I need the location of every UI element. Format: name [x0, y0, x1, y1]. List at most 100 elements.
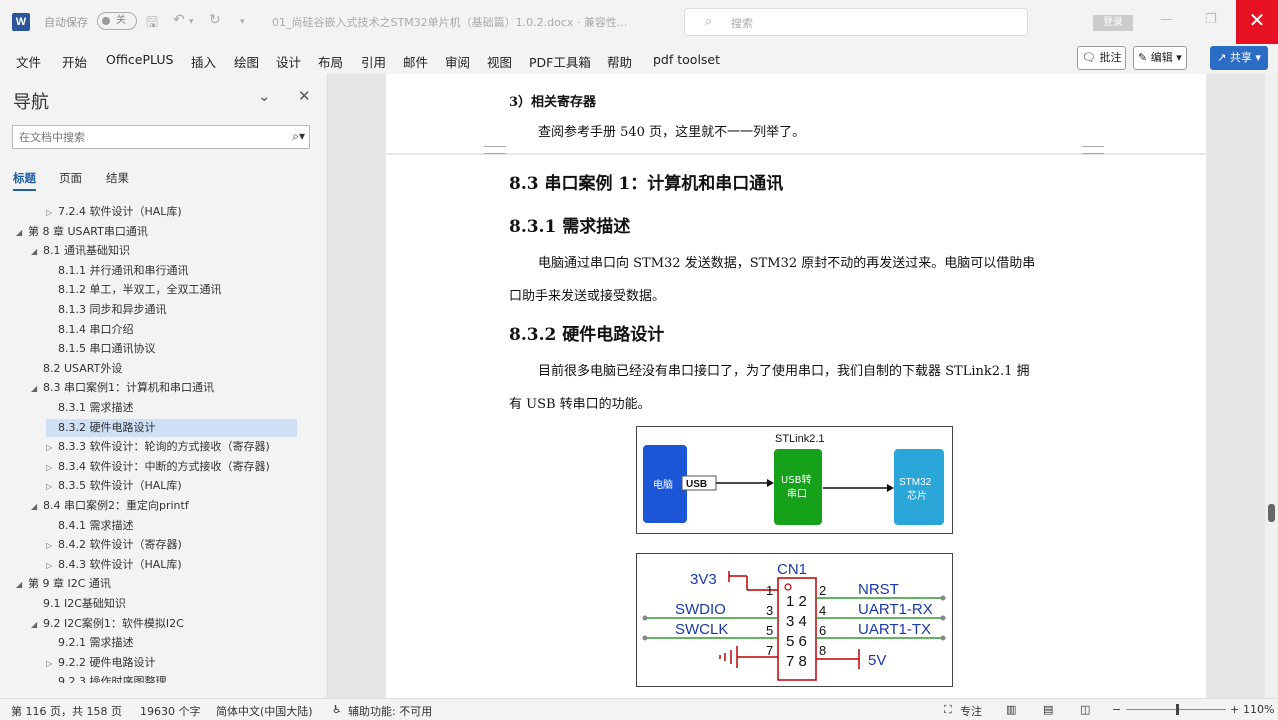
expand-arrow-icon[interactable]: ◢: [16, 224, 28, 242]
nav-search-input[interactable]: [19, 126, 279, 148]
nav-tree-item[interactable]: ◢ 8.4 串口案例2：重定向printf: [31, 497, 189, 515]
nav-tree-item[interactable]: ◢ 第 9 章 I2C 通讯: [16, 575, 111, 593]
expand-arrow-icon[interactable]: ◢: [31, 498, 43, 516]
menu-references[interactable]: 引用: [361, 52, 386, 71]
menu-draw[interactable]: 绘图: [234, 52, 259, 71]
nav-tree-item[interactable]: 8.1.3 同步和异步通讯: [46, 301, 167, 319]
undo-dropdown-icon[interactable]: ▾: [189, 17, 194, 27]
collapse-arrow-icon[interactable]: ▷: [46, 655, 58, 673]
expand-arrow-icon[interactable]: ◢: [16, 576, 28, 594]
nav-tree-item[interactable]: 8.4.1 需求描述: [46, 517, 134, 535]
status-language[interactable]: 简体中文(中国大陆): [216, 703, 313, 719]
collapse-arrow-icon[interactable]: ▷: [46, 459, 58, 477]
zoom-out-icon[interactable]: −: [1112, 703, 1121, 716]
nav-tree-item[interactable]: 8.2 USART外设: [31, 360, 122, 378]
scrollbar-thumb[interactable]: [1268, 504, 1275, 522]
menu-officeplus[interactable]: OfficePLUS: [106, 52, 173, 67]
nav-tree-item[interactable]: ◢ 8.3 串口案例1：计算机和串口通讯: [31, 379, 214, 397]
zoom-in-icon[interactable]: +: [1230, 703, 1239, 716]
menu-insert[interactable]: 插入: [191, 52, 216, 71]
nav-tree-item[interactable]: ▷ 7.2.4 软件设计（HAL库): [46, 203, 182, 221]
document-scrollbar[interactable]: [1265, 74, 1278, 698]
cn1-connector-schematic[interactable]: CN1 3V3 SWDIO SWCLK NRST UART1-RX UART1-…: [636, 553, 953, 687]
word-app-icon: W: [12, 13, 30, 31]
menu-layout[interactable]: 布局: [318, 52, 343, 71]
nav-search-box[interactable]: ⌕▾: [12, 125, 310, 149]
expand-arrow-icon[interactable]: ◢: [31, 380, 43, 398]
zoom-level[interactable]: 110%: [1243, 703, 1274, 716]
expand-arrow-icon[interactable]: ◢: [31, 616, 43, 634]
nav-tree-item[interactable]: 8.3.1 需求描述: [46, 399, 134, 417]
nav-tree-item[interactable]: 8.1.1 并行通讯和串行通讯: [46, 262, 189, 280]
nav-tree-item[interactable]: ▷ 8.4.3 软件设计（HAL库): [46, 556, 182, 574]
nav-tree-item-label: 9.1 I2C基础知识: [43, 597, 126, 610]
collapse-arrow-icon[interactable]: ▷: [46, 537, 58, 555]
nav-tree-item[interactable]: 8.3.2 硬件电路设计: [46, 418, 297, 437]
collapse-arrow-icon[interactable]: ▷: [46, 557, 58, 575]
status-page-count[interactable]: 第 116 页，共 158 页: [11, 703, 122, 719]
comment-icon: 🗨: [1082, 51, 1096, 64]
nav-tree-item[interactable]: 8.1.2 单工，半双工，全双工通讯: [46, 281, 222, 299]
nav-tree-item[interactable]: ▷ 8.3.5 软件设计（HAL库): [46, 477, 182, 495]
menu-pdf-toolset[interactable]: pdf toolset: [653, 52, 720, 67]
pin-num-7: 7: [766, 643, 773, 658]
customize-toolbar-icon[interactable]: ▾: [240, 17, 245, 27]
search-icon[interactable]: ⌕▾: [292, 129, 305, 144]
stlink-block-diagram[interactable]: STLink2.1 电脑 USB USB转 串口 STM32 芯片: [636, 426, 953, 534]
zoom-slider-knob[interactable]: [1176, 704, 1179, 715]
share-button[interactable]: ↗ 共享 ▾: [1210, 46, 1268, 70]
menu-help[interactable]: 帮助: [607, 52, 632, 71]
status-word-count[interactable]: 19630 个字: [140, 703, 201, 719]
nav-tree-item[interactable]: ◢ 8.1 通讯基础知识: [31, 242, 130, 260]
document-area[interactable]: 3）相关寄存器 查阅参考手册 540 页，这里就不一一列举了。 8.3 串口案例…: [328, 74, 1265, 698]
menu-pdf-toolbox[interactable]: PDF工具箱: [529, 52, 591, 71]
restore-icon[interactable]: ❐: [1205, 12, 1217, 27]
focus-mode-button[interactable]: 专注: [960, 703, 982, 719]
minimize-icon[interactable]: —: [1160, 12, 1173, 27]
nav-tree-item[interactable]: 8.1.4 串口介绍: [46, 321, 134, 339]
status-accessibility[interactable]: 辅助功能: 不可用: [348, 703, 432, 719]
chevron-down-icon[interactable]: ⌄: [258, 87, 271, 105]
search-box[interactable]: ⌕ 搜索: [684, 8, 1028, 36]
nav-tree-item[interactable]: ▷ 8.3.3 软件设计：轮询的方式接收（寄存器): [46, 438, 270, 456]
menu-home[interactable]: 开始: [62, 52, 87, 71]
autosave-toggle[interactable]: 关: [97, 12, 137, 30]
zoom-slider[interactable]: [1126, 704, 1226, 715]
nav-tree-item[interactable]: 9.2.1 需求描述: [46, 634, 134, 652]
nav-tree-item[interactable]: ▷ 8.3.4 软件设计：中断的方式接收（寄存器): [46, 458, 270, 476]
close-window-button[interactable]: ✕: [1236, 0, 1278, 44]
menu-design[interactable]: 设计: [276, 52, 301, 71]
menu-file[interactable]: 文件: [16, 52, 41, 71]
nav-tree-item[interactable]: ▷ 9.2.2 硬件电路设计: [46, 654, 156, 672]
nav-tree-item[interactable]: ▷ 8.4.2 软件设计（寄存器): [46, 536, 182, 554]
collapse-arrow-icon[interactable]: ▷: [46, 439, 58, 457]
nav-tree-item[interactable]: ◢ 第 8 章 USART串口通讯: [16, 223, 148, 241]
web-layout-icon[interactable]: ◫: [1080, 703, 1090, 716]
tab-results[interactable]: 结果: [106, 170, 129, 186]
nav-tree-item[interactable]: ◢ 9.2 I2C案例1：软件模拟I2C: [31, 615, 184, 633]
collapse-arrow-icon[interactable]: ▷: [46, 478, 58, 496]
stm32-label-2: 芯片: [907, 489, 927, 502]
save-icon[interactable]: 🖫: [146, 12, 158, 36]
nav-tree-item[interactable]: 8.1.5 串口通讯协议: [46, 340, 156, 358]
menu-view[interactable]: 视图: [487, 52, 512, 71]
comments-button[interactable]: 🗨 批注: [1077, 46, 1127, 70]
login-button[interactable]: 登录: [1093, 15, 1133, 31]
redo-icon[interactable]: ↻: [209, 12, 221, 28]
editing-button[interactable]: ✎ 编辑 ▾: [1133, 46, 1187, 70]
tab-headings[interactable]: 标题: [13, 170, 36, 191]
expand-arrow-icon[interactable]: ◢: [31, 243, 43, 261]
tab-pages[interactable]: 页面: [59, 170, 82, 186]
nav-tree-item[interactable]: 9.1 I2C基础知识: [31, 595, 126, 613]
nav-tree-item[interactable]: 9.2.3 操作时序图整理: [46, 673, 167, 683]
nav-tree-item-label: 8.3.4 软件设计：中断的方式接收（寄存器): [58, 459, 270, 473]
search-icon: ⌕: [705, 14, 713, 29]
nav-tree-item-label: 8.3.2 硬件电路设计: [58, 420, 156, 434]
menu-mailings[interactable]: 邮件: [403, 52, 428, 71]
undo-icon[interactable]: ↶: [173, 12, 185, 28]
collapse-arrow-icon[interactable]: ▷: [46, 204, 58, 222]
print-layout-icon[interactable]: ▤: [1043, 703, 1053, 716]
close-icon[interactable]: ✕: [298, 87, 311, 105]
read-mode-icon[interactable]: ▥: [1006, 703, 1016, 716]
menu-review[interactable]: 审阅: [445, 52, 470, 71]
